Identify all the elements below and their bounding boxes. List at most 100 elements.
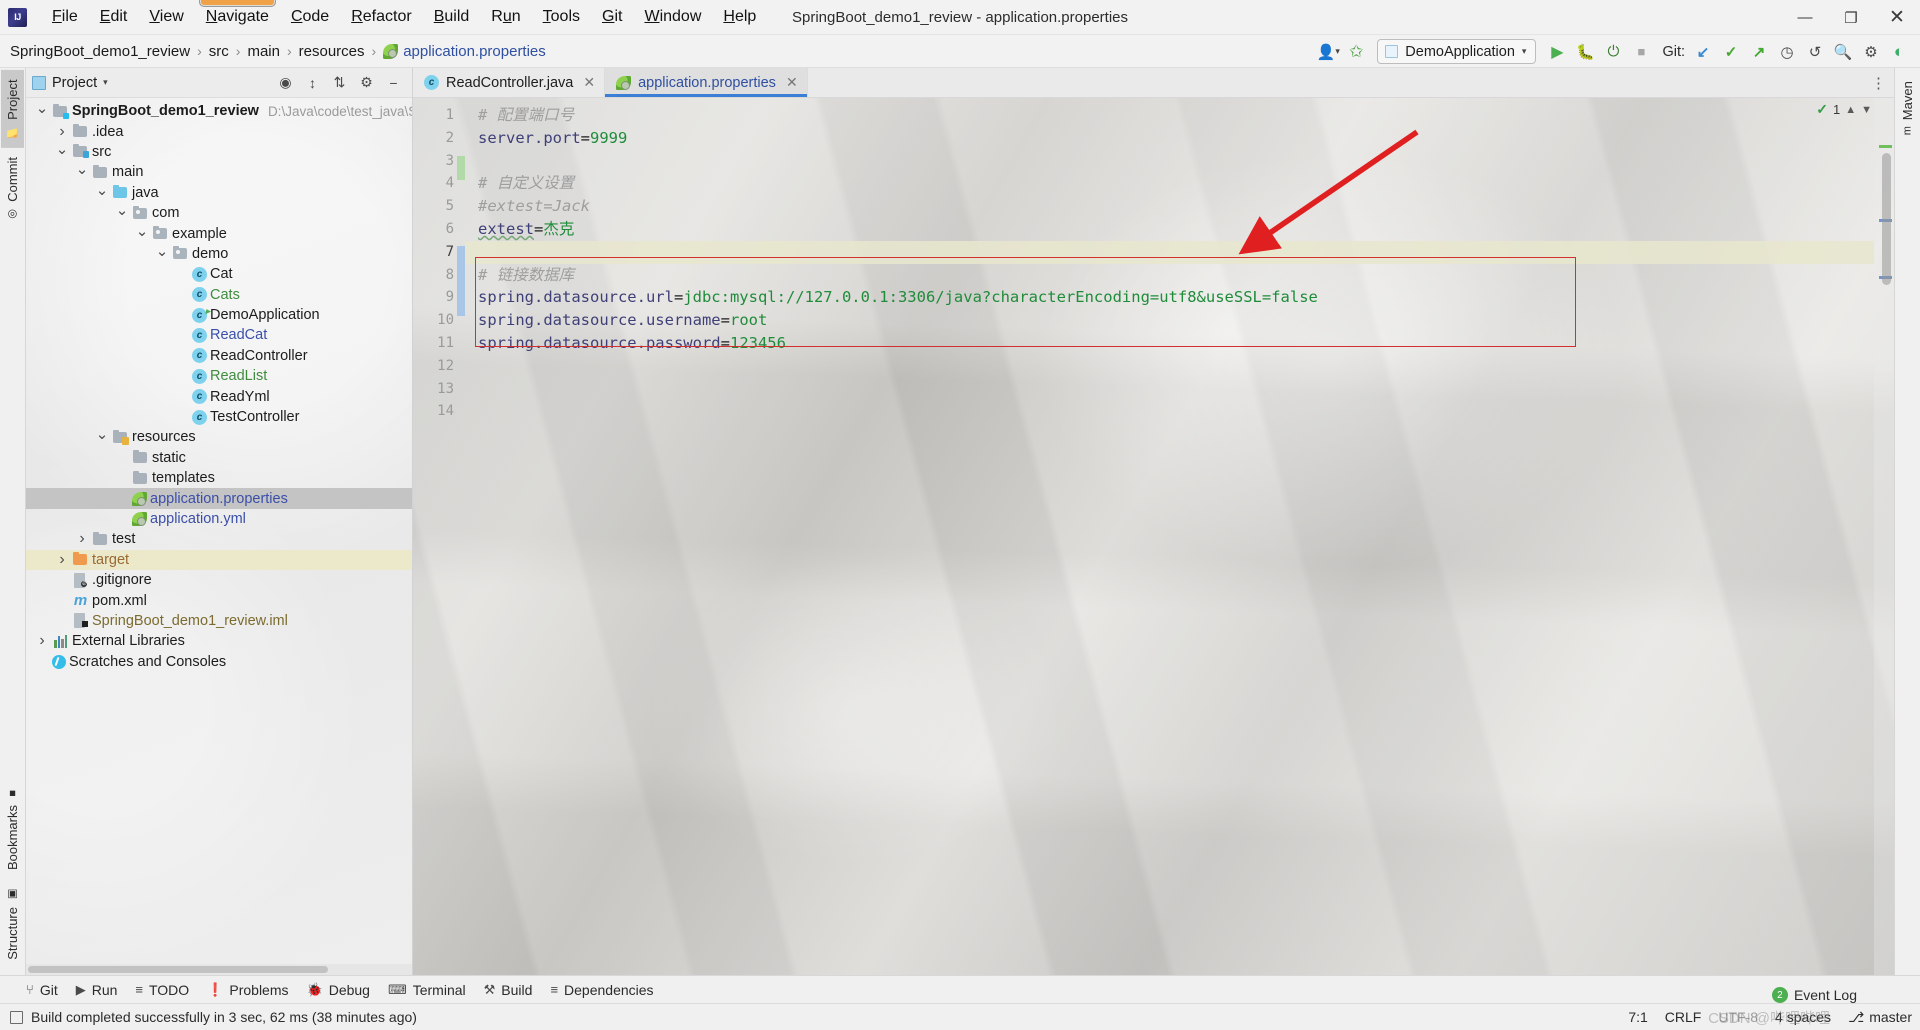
tree-item-templates[interactable]: templates (26, 468, 412, 488)
menu-view[interactable]: View (138, 5, 194, 29)
tab-application-properties[interactable]: application.properties ✕ (605, 68, 808, 97)
tree-item-target[interactable]: target (26, 549, 412, 570)
sidebar-item-commit[interactable]: ◎ Commit (1, 148, 24, 230)
tree-item-static[interactable]: static (26, 448, 412, 468)
menu-code[interactable]: Code (280, 5, 340, 29)
search-everywhere-icon[interactable]: 🔍 (1830, 39, 1856, 65)
menu-git[interactable]: Git (591, 5, 633, 29)
chevron-down-icon[interactable] (52, 143, 72, 161)
status-message-group[interactable]: Build completed successfully in 3 sec, 6… (10, 1009, 417, 1025)
line-number[interactable]: 11 (413, 332, 465, 355)
tree-item-readlist[interactable]: c ReadList (26, 366, 412, 386)
bottom-tab-problems[interactable]: ❗ Problems (207, 982, 288, 998)
more-options-icon[interactable]: ⋮ (1871, 74, 1887, 92)
tree-item-example[interactable]: example (26, 223, 412, 243)
line-number[interactable]: 13 (413, 378, 465, 401)
tree-item-java[interactable]: java (26, 183, 412, 203)
code-editor[interactable]: # 配置端口号 server.port=9999 # 自定义设置 #extest=J… (465, 98, 1874, 975)
chevron-down-icon[interactable] (72, 163, 92, 181)
chevron-right-icon[interactable] (72, 530, 92, 548)
chevron-right-icon[interactable] (52, 551, 72, 569)
code-line[interactable]: spring.datasource.password=123456 (465, 332, 1874, 355)
scrollbar-thumb[interactable] (28, 966, 328, 973)
undo-icon[interactable]: ↺ (1802, 39, 1828, 65)
breadcrumb-item-main[interactable]: main (247, 43, 280, 60)
tab-readcontroller-java[interactable]: c ReadController.java ✕ (413, 68, 606, 97)
tree-item-scratches-and-consoles[interactable]: Scratches and Consoles (26, 652, 412, 672)
breadcrumb-item-src[interactable]: src (209, 43, 229, 60)
sidebar-item-bookmarks[interactable]: Bookmarks ■ (1, 778, 24, 879)
target-icon[interactable]: ◉ (277, 74, 294, 91)
bottom-tab-build[interactable]: ⚒ Build (484, 982, 533, 998)
settings-gear-icon[interactable]: ⚙ (1858, 39, 1884, 65)
user-avatar-icon[interactable]: 👤 ▾ (1315, 39, 1341, 65)
tree-item-cat[interactable]: c Cat (26, 264, 412, 284)
code-line[interactable]: spring.datasource.url=jdbc:mysql://127.0… (465, 286, 1874, 309)
expand-all-icon[interactable]: ↕ (304, 75, 321, 91)
tree-item-src[interactable]: src (26, 142, 412, 162)
close-icon[interactable]: ✕ (583, 74, 595, 91)
sidebar-item-project[interactable]: 📁 Project (1, 70, 24, 148)
menu-help[interactable]: Help (712, 5, 767, 29)
code-line[interactable]: spring.datasource.username=root (465, 309, 1874, 332)
line-number[interactable]: 3 (413, 150, 465, 173)
stop-icon[interactable]: ■ (1628, 39, 1654, 65)
chevron-down-icon[interactable] (152, 245, 172, 263)
breadcrumb-item-project[interactable]: SpringBoot_demo1_review (10, 43, 190, 60)
chevron-down-icon[interactable] (92, 184, 112, 202)
tree-item-application-properties[interactable]: application.properties (26, 488, 412, 509)
tree-item-external-libraries[interactable]: External Libraries (26, 631, 412, 651)
line-number[interactable]: 14 (413, 400, 465, 423)
bottom-tab-debug[interactable]: 🐞 Debug (307, 982, 370, 998)
tree-item-readcontroller[interactable]: c ReadController (26, 346, 412, 366)
chevron-down-icon[interactable] (32, 102, 52, 120)
git-branch-widget[interactable]: ⎇ master (1848, 1009, 1912, 1026)
tree-item-readcat[interactable]: c ReadCat (26, 325, 412, 345)
menu-edit[interactable]: Edit (89, 5, 139, 29)
chevron-down-icon[interactable] (112, 204, 132, 222)
indent-setting[interactable]: 4 spaces (1775, 1009, 1831, 1025)
settings-gear-icon[interactable]: ⚙ (358, 74, 375, 91)
inspection-widget[interactable]: ✓ 1 ▲ ▼ (1816, 101, 1872, 118)
line-separator[interactable]: CRLF (1665, 1009, 1702, 1025)
breadcrumb-item-file[interactable]: application.properties (403, 43, 546, 60)
chevron-right-icon[interactable] (32, 632, 52, 650)
bottom-tab-todo[interactable]: ≡ TODO (135, 982, 189, 998)
sidebar-item-maven[interactable]: m Maven (1896, 72, 1919, 144)
code-line[interactable] (465, 355, 1874, 378)
tree-item-com[interactable]: com (26, 203, 412, 223)
bottom-tab-terminal[interactable]: ⌨ Terminal (388, 982, 466, 998)
code-line[interactable]: # 配置端口号 (465, 104, 1874, 127)
bottom-tab-dependencies[interactable]: ≡ Dependencies (550, 982, 653, 998)
menu-navigate[interactable]: Navigate (195, 0, 280, 29)
tree-item-demoapplication[interactable]: c ▸ DemoApplication (26, 305, 412, 325)
chevron-up-icon[interactable]: ▲ (1845, 104, 1856, 116)
tree-item-testcontroller[interactable]: c TestController (26, 407, 412, 427)
menu-tools[interactable]: Tools (532, 5, 591, 29)
collapse-all-icon[interactable]: ⇅ (331, 74, 348, 91)
code-line[interactable] (465, 400, 1874, 423)
chevron-right-icon[interactable] (52, 123, 72, 141)
project-tree[interactable]: SpringBoot_demo1_review D:\Java\code\test… (26, 98, 412, 975)
caret-position[interactable]: 7:1 (1628, 1009, 1647, 1025)
chevron-down-icon[interactable] (132, 225, 152, 243)
tree-item-demo[interactable]: demo (26, 244, 412, 264)
tree-item-resources[interactable]: resources (26, 427, 412, 447)
menu-build[interactable]: Build (423, 5, 481, 29)
line-number-gutter[interactable]: 1 2 3 4 5 6 7 8 9 10 11 12 13 14 (413, 98, 465, 975)
close-icon[interactable]: ✕ (786, 74, 798, 91)
line-number[interactable]: 4 (413, 172, 465, 195)
close-button[interactable]: ✕ (1874, 0, 1920, 35)
line-number[interactable]: 2 (413, 127, 465, 150)
hide-icon[interactable]: − (385, 75, 402, 91)
run-configuration-selector[interactable]: DemoApplication ▾ (1377, 39, 1537, 64)
code-line[interactable] (465, 378, 1874, 401)
tree-item-main[interactable]: main (26, 162, 412, 182)
menu-refactor[interactable]: Refactor (340, 5, 422, 29)
code-line[interactable]: #extest=Jack (465, 195, 1874, 218)
menu-window[interactable]: Window (633, 5, 712, 29)
code-line[interactable]: extest=杰克 (465, 218, 1874, 241)
history-icon[interactable]: ◷ (1774, 39, 1800, 65)
run-icon[interactable]: ▶ (1544, 39, 1570, 65)
line-number[interactable]: 7 (413, 241, 465, 264)
